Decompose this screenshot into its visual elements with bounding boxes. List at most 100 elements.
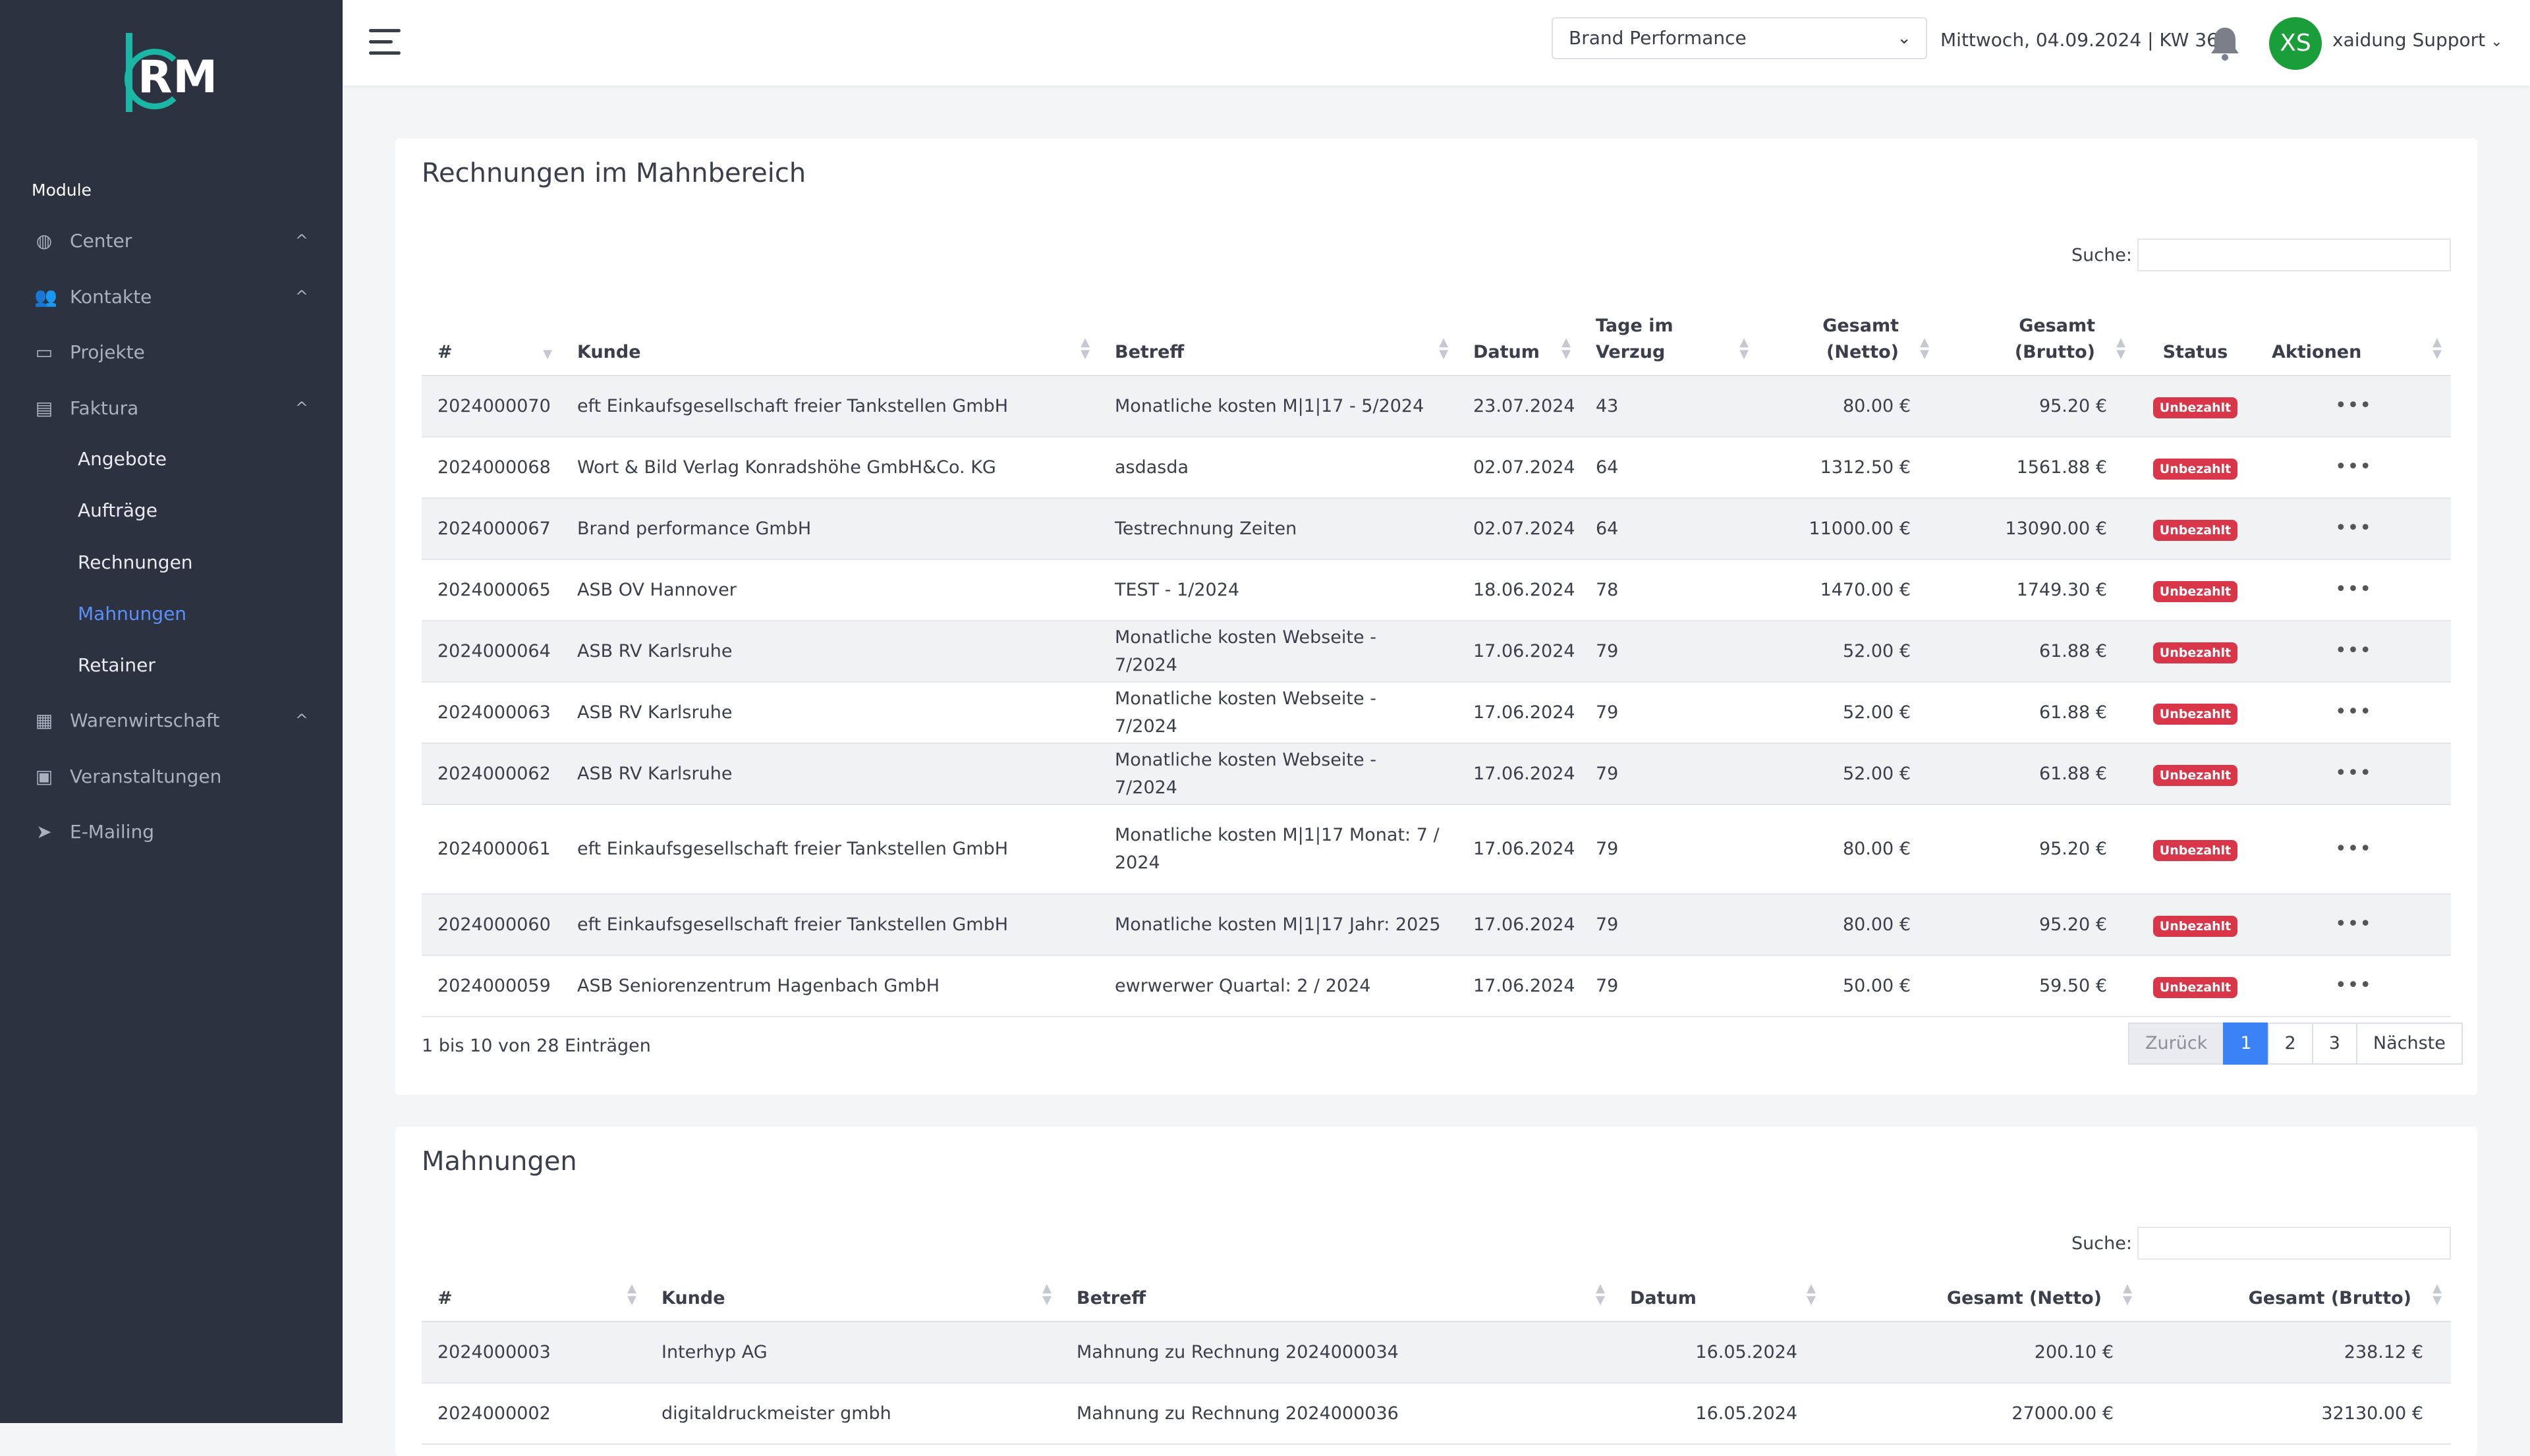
sidebar-sub-retainer[interactable]: Retainer <box>78 654 155 676</box>
cell-status: Unbezahlt <box>2135 955 2256 1017</box>
cell-datum: 17.06.2024 <box>1457 621 1580 683</box>
sidebar-sub-rechnungen[interactable]: Rechnungen <box>78 551 193 573</box>
col-brutto[interactable]: Gesamt (Brutto) ▲ ▼ <box>1938 296 2135 376</box>
col-kunde[interactable]: Kunde ▲ ▼ <box>561 296 1099 376</box>
avatar[interactable]: XS <box>2269 17 2322 70</box>
cell-datum: 02.07.2024 <box>1457 437 1580 499</box>
table-row[interactable]: 2024000070 eft Einkaufsgesellschaft freie… <box>422 376 2451 437</box>
more-actions-icon[interactable]: ••• <box>2335 762 2372 785</box>
col-brutto[interactable]: Gesamt (Brutto) ▲ ▼ <box>2141 1270 2451 1322</box>
table-row[interactable]: 2024000067 Brand performance GmbH Testrech… <box>422 498 2451 560</box>
pagination-next[interactable]: Nächste <box>2355 1022 2463 1065</box>
sort-icon: ▲ ▼ <box>2123 1281 2132 1307</box>
sidebar-sub-mahnungen[interactable]: Mahnungen <box>78 603 186 625</box>
logo[interactable]: RM <box>122 26 227 119</box>
sort-icon: ▲ ▼ <box>1596 1281 1605 1307</box>
more-actions-icon[interactable]: ••• <box>2335 700 2372 723</box>
col-kunde[interactable]: Kunde ▲ ▼ <box>646 1270 1061 1322</box>
cell-netto: 52.00 € <box>1758 621 1938 683</box>
more-actions-icon[interactable]: ••• <box>2335 912 2372 936</box>
col-betreff[interactable]: Betreff ▲ ▼ <box>1061 1270 1614 1322</box>
table-row[interactable]: 2024000061 eft Einkaufsgesellschaft freie… <box>422 804 2451 895</box>
cell-status: Unbezahlt <box>2135 743 2256 805</box>
sidebar-item-center[interactable]: ◍ Center ^ <box>0 214 343 267</box>
search-input[interactable] <box>2137 238 2451 271</box>
sidebar-item-e-mailing[interactable]: ➤ E-Mailing <box>0 805 343 858</box>
col-num[interactable]: # ▼ <box>422 296 561 376</box>
cell-tage: 79 <box>1580 743 1758 805</box>
cell-netto: 1470.00 € <box>1758 559 1938 621</box>
user-menu[interactable]: xaidung Support ⌄ <box>2332 29 2503 51</box>
pagination-page-2[interactable]: 2 <box>2267 1022 2313 1065</box>
cell-betreff: Monatliche kosten Webseite - 7/2024 <box>1099 682 1457 744</box>
table-header-row: # ▲ ▼ Kunde ▲ ▼ Betreff ▲ ▼ Datum ▲ ▼ Gesamt (Ne… <box>422 1270 2451 1322</box>
cell-datum: 18.06.2024 <box>1457 559 1580 621</box>
table-row[interactable]: 2024000003 Interhyp AG Mahnung zu Rechnung… <box>422 1322 2451 1384</box>
company-select[interactable]: Brand Performance ⌄ <box>1552 17 1927 59</box>
search-label: Suche: <box>2071 245 2132 266</box>
col-aktionen[interactable]: Aktionen ▲ ▼ <box>2256 296 2451 376</box>
sort-icon: ▲ ▼ <box>1081 335 1090 361</box>
more-actions-icon[interactable]: ••• <box>2335 837 2372 860</box>
cell-status: Unbezahlt <box>2135 498 2256 560</box>
col-datum[interactable]: Datum ▲ ▼ <box>1457 296 1580 376</box>
sidebar-sub-auftraege[interactable]: Aufträge <box>78 499 157 521</box>
sidebar-sub-angebote[interactable]: Angebote <box>78 448 167 470</box>
bell-icon[interactable] <box>2208 25 2241 62</box>
sidebar-item-label: E-Mailing <box>70 820 154 843</box>
company-select-value: Brand Performance <box>1569 27 1747 49</box>
col-netto[interactable]: Gesamt (Netto) ▲ ▼ <box>1758 296 1938 376</box>
table-row[interactable]: 2024000065 ASB OV Hannover TEST - 1/2024 18… <box>422 559 2451 621</box>
cell-datum: 02.07.2024 <box>1457 498 1580 560</box>
table-row[interactable]: 2024000062 ASB RV Karlsruhe Monatliche kos… <box>422 743 2451 805</box>
more-actions-icon[interactable]: ••• <box>2335 974 2372 997</box>
sidebar-item-veranstaltungen[interactable]: ▣ Veranstaltungen <box>0 750 343 802</box>
menu-toggle-icon[interactable] <box>369 29 401 55</box>
col-tage[interactable]: Tage im Verzug ▲ ▼ <box>1580 296 1758 376</box>
more-actions-icon[interactable]: ••• <box>2335 517 2372 540</box>
cell-kunde: ASB RV Karlsruhe <box>561 682 1099 744</box>
pagination-page-1[interactable]: 1 <box>2223 1022 2269 1065</box>
more-actions-icon[interactable]: ••• <box>2335 639 2372 662</box>
cell-datum: 16.05.2024 <box>1614 1383 1825 1445</box>
sidebar-item-warenwirtschaft[interactable]: ▦ Warenwirtschaft ^ <box>0 694 343 746</box>
col-num[interactable]: # ▲ ▼ <box>422 1270 646 1322</box>
search-input[interactable] <box>2137 1227 2451 1260</box>
sidebar-item-faktura[interactable]: ▤ Faktura ^ <box>0 381 343 434</box>
table-row[interactable]: 2024000059 ASB Seniorenzentrum Hagenbach … <box>422 955 2451 1017</box>
cell-kunde: ASB Seniorenzentrum Hagenbach GmbH <box>561 955 1099 1017</box>
table-row[interactable]: 2024000064 ASB RV Karlsruhe Monatliche kos… <box>422 621 2451 683</box>
sidebar-item-label: Warenwirtschaft <box>70 709 220 731</box>
cell-actions: ••• <box>2256 743 2451 805</box>
pagination-prev[interactable]: Zurück <box>2128 1022 2225 1065</box>
sort-icon: ▲ ▼ <box>1739 335 1749 361</box>
cell-num: 2024000059 <box>422 955 561 1017</box>
table-row[interactable]: 2024000002 digitaldruckmeister gmbh Mahnun… <box>422 1383 2451 1445</box>
cell-netto: 11000.00 € <box>1758 498 1938 560</box>
cell-num: 2024000003 <box>422 1322 646 1384</box>
status-badge: Unbezahlt <box>2152 703 2238 725</box>
dunning-card: Mahnungen Suche: # ▲ ▼ Kunde ▲ ▼ Betreff ▲ ▼ D… <box>395 1127 2477 1456</box>
cell-betreff: Mahnung zu Rechnung 2024000034 <box>1061 1322 1614 1384</box>
cell-datum: 23.07.2024 <box>1457 376 1580 437</box>
col-status[interactable]: Status <box>2135 296 2256 376</box>
status-badge: Unbezahlt <box>2152 397 2238 418</box>
pagination-page-3[interactable]: 3 <box>2311 1022 2357 1065</box>
col-betreff[interactable]: Betreff ▲ ▼ <box>1099 296 1457 376</box>
table-row[interactable]: 2024000060 eft Einkaufsgesellschaft freie… <box>422 894 2451 956</box>
col-datum[interactable]: Datum ▲ ▼ <box>1614 1270 1825 1322</box>
cell-tage: 79 <box>1580 804 1758 895</box>
sort-icon: ▼ <box>543 347 552 361</box>
invoices-title: Rechnungen im Mahnbereich <box>422 158 806 188</box>
chevron-up-icon: ^ <box>295 231 308 250</box>
col-netto[interactable]: Gesamt (Netto) ▲ ▼ <box>1825 1270 2141 1322</box>
table-row[interactable]: 2024000068 Wort & Bild Verlag Konradshöhe… <box>422 437 2451 499</box>
cell-status: Unbezahlt <box>2135 682 2256 744</box>
more-actions-icon[interactable]: ••• <box>2335 455 2372 478</box>
table-row[interactable]: 2024000063 ASB RV Karlsruhe Monatliche kos… <box>422 682 2451 744</box>
more-actions-icon[interactable]: ••• <box>2335 578 2372 601</box>
sidebar-item-projekte[interactable]: ▭ Projekte <box>0 325 343 378</box>
cell-netto: 52.00 € <box>1758 743 1938 805</box>
sidebar-item-kontakte[interactable]: 👥 Kontakte ^ <box>0 270 343 323</box>
more-actions-icon[interactable]: ••• <box>2335 394 2372 417</box>
